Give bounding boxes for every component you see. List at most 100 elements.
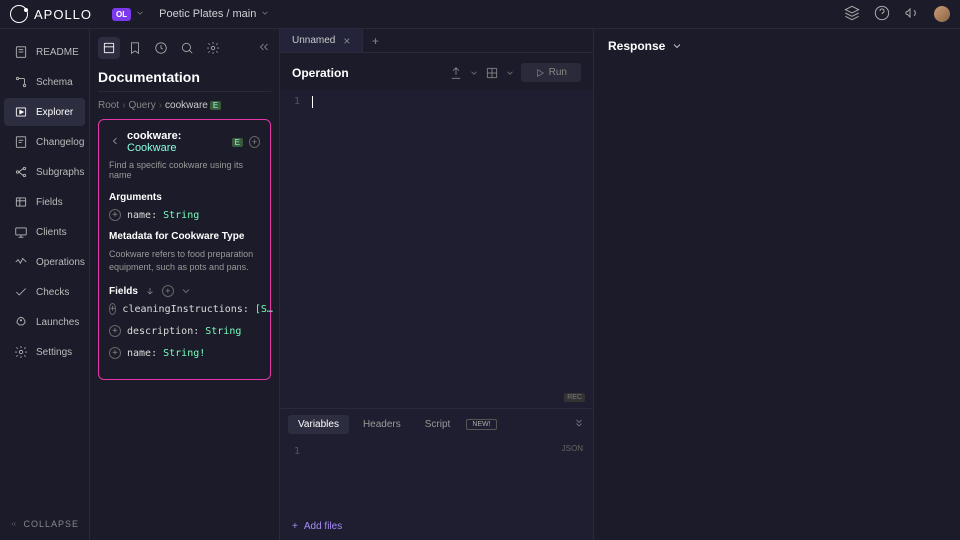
vars-collapse-icon[interactable] bbox=[573, 417, 585, 432]
metadata-heading: Metadata for Cookware Type bbox=[109, 231, 260, 242]
sidebar-label-fields: Fields bbox=[36, 197, 63, 208]
org-badge[interactable]: OL bbox=[112, 8, 131, 21]
apollo-logo[interactable]: APOLLO bbox=[10, 5, 92, 23]
field-type: [S… bbox=[255, 304, 273, 315]
field-name: description: bbox=[127, 326, 199, 337]
field-row[interactable]: + name: String! bbox=[109, 347, 260, 359]
crumb-current: cookware bbox=[165, 100, 208, 111]
variables-editor[interactable]: 1 JSON bbox=[280, 440, 593, 513]
sidebar-item-fields[interactable]: Fields bbox=[4, 188, 85, 216]
doc-breadcrumbs: Root›Query›cookwareE bbox=[98, 100, 271, 111]
response-title: Response bbox=[608, 39, 665, 53]
new-badge: NEW! bbox=[466, 419, 496, 430]
add-field-icon[interactable]: + bbox=[109, 347, 121, 359]
project-chevron-icon[interactable] bbox=[260, 7, 270, 21]
field-row[interactable]: +description:String bbox=[109, 325, 260, 337]
avatar[interactable] bbox=[934, 6, 950, 22]
run-label: Run bbox=[549, 67, 567, 78]
json-badge: JSON bbox=[562, 444, 583, 453]
sidebar-label-changelog: Changelog bbox=[36, 137, 84, 148]
gear-icon[interactable] bbox=[202, 37, 224, 59]
sidebar-item-operations[interactable]: Operations bbox=[4, 248, 85, 276]
add-files-label: Add files bbox=[304, 521, 342, 532]
card-title: cookware: Cookware bbox=[127, 130, 224, 154]
fields-chevron-icon[interactable] bbox=[180, 285, 192, 297]
field-name: name: bbox=[127, 348, 157, 359]
doc-view-icon[interactable] bbox=[98, 37, 120, 59]
sidebar-item-explorer[interactable]: Explorer bbox=[4, 98, 85, 126]
arg-type: String bbox=[163, 210, 199, 221]
arguments-heading: Arguments bbox=[109, 192, 260, 203]
sidebar-item-launches[interactable]: Launches bbox=[4, 308, 85, 336]
sidebar-item-changelog[interactable]: Changelog bbox=[4, 128, 85, 156]
doc-collapse-icon[interactable] bbox=[257, 40, 271, 57]
bookmark-icon[interactable] bbox=[124, 37, 146, 59]
sidebar-item-readme[interactable]: README bbox=[4, 38, 85, 66]
collapse-sidebar-button[interactable]: COLLAPSE bbox=[0, 508, 89, 540]
documentation-panel: Documentation Root›Query›cookwareE cookw… bbox=[90, 29, 280, 540]
org-chevron-icon[interactable] bbox=[135, 7, 145, 21]
card-description: Find a specific cookware using its name bbox=[109, 160, 260, 180]
cursor bbox=[312, 96, 313, 108]
back-arrow-icon[interactable] bbox=[109, 135, 121, 150]
run-button[interactable]: Run bbox=[521, 63, 581, 82]
variables-panel: Variables Headers Script NEW! 1 JSON + A… bbox=[280, 408, 593, 540]
card-entity-badge: E bbox=[232, 138, 243, 147]
add-field-icon[interactable]: + bbox=[109, 303, 116, 315]
sidebar-item-settings[interactable]: Settings bbox=[4, 338, 85, 366]
argument-row[interactable]: + name: String bbox=[109, 209, 260, 221]
sidebar-item-schema[interactable]: Schema bbox=[4, 68, 85, 96]
sidebar-label-settings: Settings bbox=[36, 347, 72, 358]
entity-badge: E bbox=[210, 101, 221, 110]
help-icon[interactable] bbox=[874, 5, 890, 24]
metadata-description: Cookware refers to food preparation equi… bbox=[109, 248, 260, 273]
sidebar-item-clients[interactable]: Clients bbox=[4, 218, 85, 246]
tab-label: Unnamed bbox=[292, 35, 335, 46]
add-all-fields-icon[interactable]: + bbox=[162, 285, 174, 297]
add-field-icon[interactable]: + bbox=[109, 325, 121, 337]
export-chevron-icon[interactable] bbox=[469, 68, 479, 78]
sidebar-label-checks: Checks bbox=[36, 287, 69, 298]
sidebar-label-launches: Launches bbox=[36, 317, 79, 328]
megaphone-icon[interactable] bbox=[904, 5, 920, 24]
tab-script[interactable]: Script bbox=[415, 415, 461, 434]
tab-variables[interactable]: Variables bbox=[288, 415, 349, 434]
sidebar-label-readme: README bbox=[36, 47, 79, 58]
export-icon[interactable] bbox=[449, 66, 463, 80]
field-name: cleaningInstructions: bbox=[122, 304, 248, 315]
sidebar-item-checks[interactable]: Checks bbox=[4, 278, 85, 306]
operation-title: Operation bbox=[292, 66, 349, 80]
history-icon[interactable] bbox=[150, 37, 172, 59]
crumb-root[interactable]: Root bbox=[98, 100, 119, 111]
line-number: 1 bbox=[280, 96, 300, 107]
add-arg-icon[interactable]: + bbox=[109, 209, 121, 221]
field-row[interactable]: +cleaningInstructions:[S… bbox=[109, 303, 260, 315]
operation-editor[interactable]: 1 REC bbox=[280, 90, 593, 408]
table-chevron-icon[interactable] bbox=[505, 68, 515, 78]
table-icon[interactable] bbox=[485, 66, 499, 80]
collapse-label: COLLAPSE bbox=[23, 519, 79, 529]
sidebar-label-schema: Schema bbox=[36, 77, 73, 88]
sidebar-item-subgraphs[interactable]: Subgraphs bbox=[4, 158, 85, 186]
close-tab-icon[interactable]: × bbox=[343, 34, 350, 48]
tab-headers[interactable]: Headers bbox=[353, 415, 411, 434]
response-panel: Response bbox=[594, 29, 960, 540]
sidebar-label-subgraphs: Subgraphs bbox=[36, 167, 84, 178]
brand-text: APOLLO bbox=[34, 7, 92, 22]
response-chevron-icon[interactable] bbox=[671, 40, 683, 52]
search-icon[interactable] bbox=[176, 37, 198, 59]
project-breadcrumb[interactable]: Poetic Plates / main bbox=[159, 8, 256, 20]
doc-title: Documentation bbox=[98, 69, 271, 85]
add-files-button[interactable]: + Add files bbox=[280, 513, 593, 540]
crumb-query[interactable]: Query bbox=[128, 100, 155, 111]
add-type-icon[interactable]: + bbox=[249, 136, 260, 148]
cube-icon[interactable] bbox=[844, 5, 860, 24]
field-type: String! bbox=[163, 348, 205, 359]
sort-icon[interactable] bbox=[144, 285, 156, 297]
add-tab-button[interactable]: + bbox=[363, 29, 387, 52]
sidebar-label-clients: Clients bbox=[36, 227, 67, 238]
doc-card: cookware: Cookware E + Find a specific c… bbox=[98, 119, 271, 380]
workspace: Unnamed × + Operation Run 1 REC bbox=[280, 29, 960, 540]
editor-tab[interactable]: Unnamed × bbox=[280, 29, 363, 52]
line-number: 1 bbox=[280, 446, 300, 457]
